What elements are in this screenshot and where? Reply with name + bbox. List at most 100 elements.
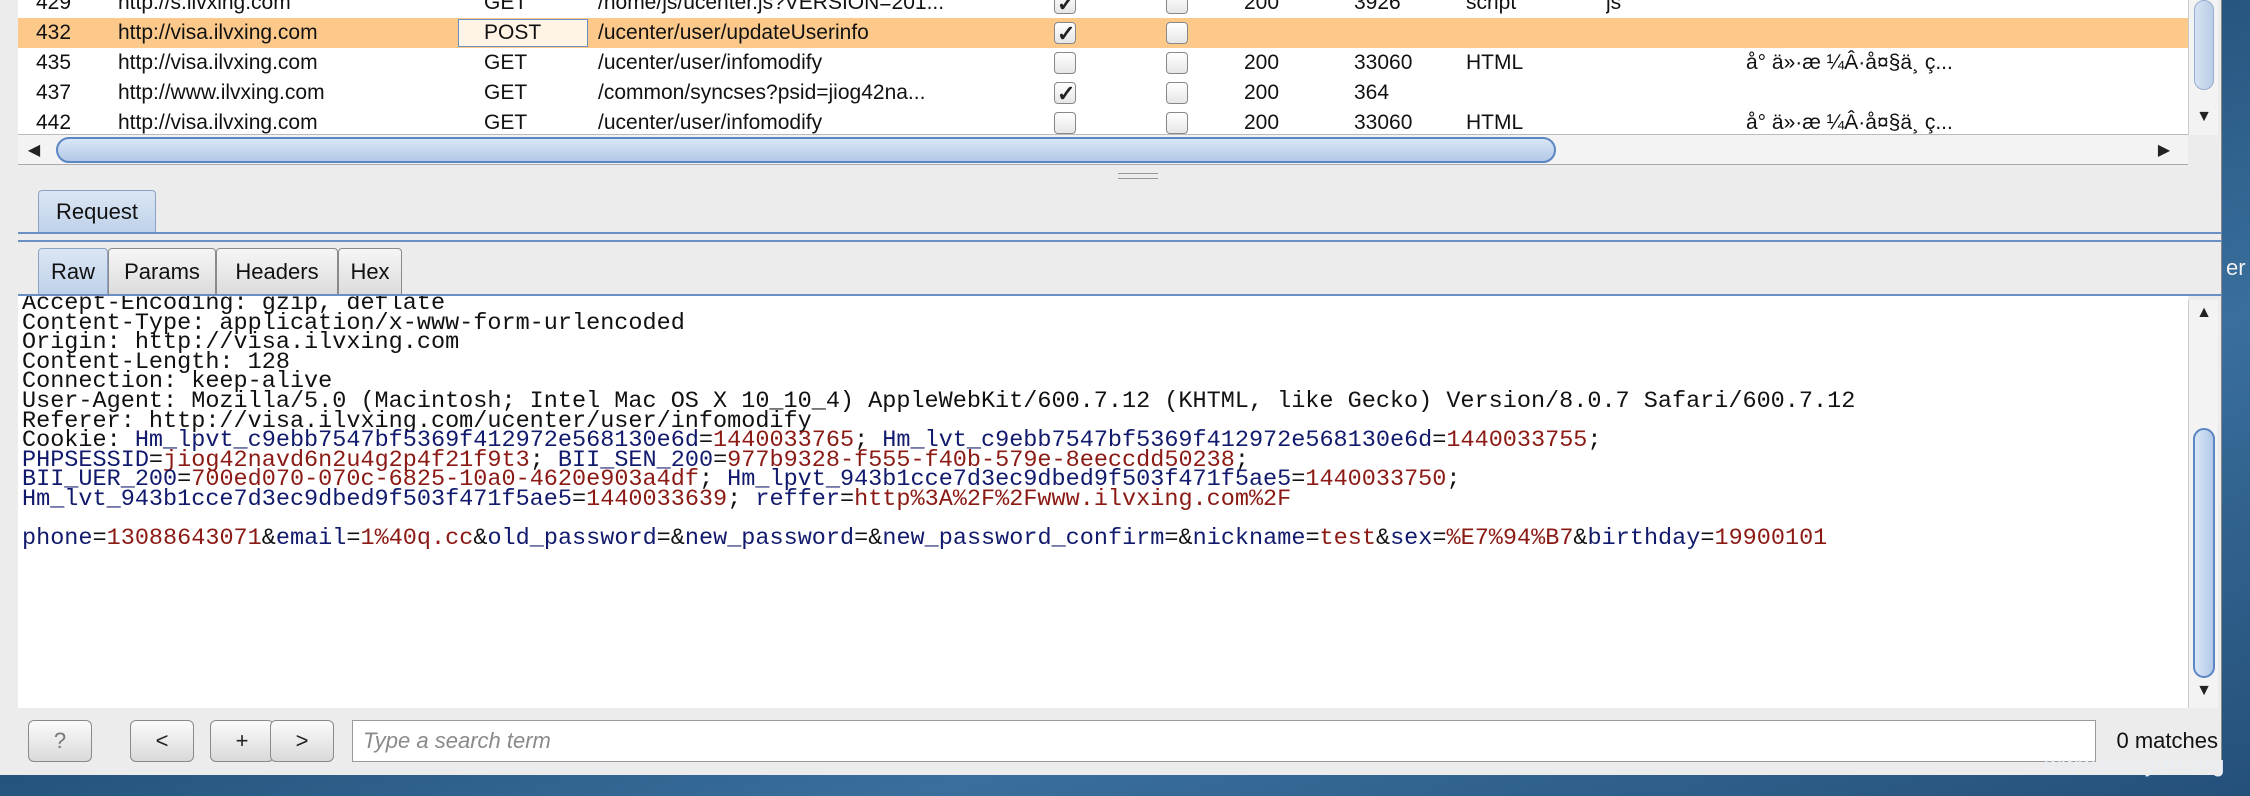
param-name: phone [22, 525, 93, 553]
request-text: = [346, 525, 361, 553]
row-extension [1606, 18, 1686, 48]
param-value: 13088643071 [106, 525, 262, 553]
previous-match-button[interactable]: < [130, 720, 194, 762]
row-length: 3926 [1354, 0, 1401, 14]
row-length: 33060 [1354, 51, 1413, 74]
row-title [1746, 78, 2106, 108]
params-checkbox[interactable] [1054, 0, 1076, 18]
tab-raw[interactable]: Raw [38, 248, 108, 294]
add-button[interactable]: + [210, 720, 274, 762]
row-title: å° ä»·æ ¼Â·å¤§ä¸ ç... [1746, 111, 1953, 134]
row-mime-type: HTML [1466, 51, 1524, 74]
scroll-down-arrow-icon[interactable]: ▼ [2192, 108, 2216, 126]
row-length [1354, 18, 1474, 48]
param-name: old_password [487, 525, 657, 553]
param-value: 1440033639 [586, 486, 728, 513]
row-extension [1606, 108, 1686, 134]
tab-headers[interactable]: Headers [216, 248, 338, 294]
row-title: å° ä»·æ ¼Â·å¤§ä¸ ç... [1746, 51, 1953, 74]
row-mime-type: HTML [1466, 111, 1524, 134]
next-match-button[interactable]: > [270, 720, 334, 762]
row-host: http://visa.ilvxing.com [118, 21, 318, 44]
help-button[interactable]: ? [28, 720, 92, 762]
request-text: & [1573, 525, 1588, 553]
table-row[interactable]: 442 http://visa.ilvxing.com GET/ucenter/us… [18, 108, 2188, 134]
table-row[interactable]: 429 http://s.ilvxing.com GET/home/js/ucent… [18, 0, 2188, 18]
params-checkbox-cell [1054, 18, 1080, 48]
scroll-left-arrow-icon[interactable]: ◀ [22, 140, 46, 160]
params-checkbox[interactable] [1054, 112, 1076, 134]
table-row[interactable]: 437 http://www.ilvxing.com GET/common/sync… [18, 78, 2188, 108]
table-horizontal-scrollbar[interactable]: ◀ ▶ [18, 135, 2188, 165]
row-number: 437 [36, 81, 72, 104]
row-status [1244, 18, 1324, 48]
watermark: www.wooyun.org [2045, 752, 2226, 777]
tab-hex[interactable]: Hex [338, 248, 402, 294]
row-method: GET [484, 0, 528, 14]
row-mime-type [1466, 78, 1606, 108]
request-text: ; [1446, 466, 1461, 494]
params-checkbox-cell [1054, 0, 1080, 18]
row-url: /home/js/ucenter.js?VERSION=201... [598, 0, 945, 14]
raw-request-editor[interactable]: Accept-Encoding: gzip, deflate Content-Ty… [18, 296, 2188, 708]
param-name: new_password_confirm [882, 525, 1165, 553]
editor-vertical-scrollbar[interactable]: ▲ ▼ [2188, 300, 2218, 708]
table-hscroll-thumb[interactable] [56, 137, 1556, 163]
cookies-checkbox-cell [1166, 78, 1192, 108]
row-extension [1606, 78, 1686, 108]
tab-request[interactable]: Request [38, 190, 156, 232]
row-title [1746, 18, 2106, 48]
request-text: =& [854, 525, 883, 553]
row-url: /ucenter/user/updateUserinfo [598, 21, 869, 44]
cookies-checkbox[interactable] [1166, 52, 1188, 74]
params-checkbox[interactable] [1054, 79, 1076, 108]
tab-params[interactable]: Params [108, 248, 216, 294]
params-checkbox-cell [1054, 78, 1080, 108]
request-text: = [92, 525, 107, 553]
table-row[interactable]: 432 http://visa.ilvxing.com POST/ucenter/u… [18, 18, 2188, 48]
tab-divider [18, 232, 2222, 234]
request-text: = [1700, 525, 1715, 553]
cookies-checkbox[interactable] [1166, 0, 1188, 14]
row-extension: js [1606, 0, 1622, 14]
params-checkbox[interactable] [1054, 52, 1076, 74]
request-text: = [1291, 466, 1306, 494]
row-url: /ucenter/user/infomodify [598, 51, 823, 74]
row-url: /common/syncses?psid=jiog42na... [598, 81, 926, 104]
param-value: 1%40q.cc [360, 525, 474, 553]
splitter-grip-icon[interactable] [1118, 173, 1158, 179]
cookies-checkbox[interactable] [1166, 82, 1188, 104]
row-extension [1606, 48, 1686, 78]
editor-scroll-down-arrow-icon[interactable]: ▼ [2192, 682, 2216, 700]
row-number: 432 [36, 21, 72, 44]
row-method: GET [484, 81, 528, 104]
row-host: http://visa.ilvxing.com [118, 111, 318, 134]
editor-scroll-up-arrow-icon[interactable]: ▲ [2192, 304, 2216, 322]
request-text: = [839, 486, 855, 513]
row-title [1746, 0, 2106, 18]
params-checkbox-cell [1054, 108, 1080, 134]
row-length: 364 [1354, 81, 1390, 104]
table-vscroll-thumb[interactable] [2194, 0, 2214, 90]
params-checkbox[interactable] [1054, 19, 1076, 48]
param-name: new_password [684, 525, 855, 553]
table-vertical-scrollbar[interactable]: ▼ [2188, 0, 2218, 135]
editor-vscroll-thumb[interactable] [2193, 428, 2215, 678]
pane-splitter[interactable] [18, 170, 2222, 182]
scroll-right-arrow-icon[interactable]: ▶ [2152, 140, 2176, 160]
row-host: http://visa.ilvxing.com [118, 51, 318, 74]
search-input[interactable] [352, 720, 2096, 762]
table-row[interactable]: 435 http://visa.ilvxing.com GET/ucenter/us… [18, 48, 2188, 78]
param-value: test [1319, 525, 1376, 553]
param-name: nickname [1192, 525, 1306, 553]
background-window-text: er [2226, 255, 2246, 280]
request-text: =& [1164, 525, 1193, 553]
row-url: /ucenter/user/infomodify [598, 111, 823, 134]
row-status: 200 [1244, 0, 1280, 14]
param-value: 1440033755 [1446, 427, 1588, 455]
row-number: 435 [36, 51, 72, 74]
cookies-checkbox-cell [1166, 0, 1192, 18]
cookies-checkbox[interactable] [1166, 112, 1188, 134]
tab-divider-secondary [18, 240, 2222, 242]
cookies-checkbox[interactable] [1166, 22, 1188, 44]
